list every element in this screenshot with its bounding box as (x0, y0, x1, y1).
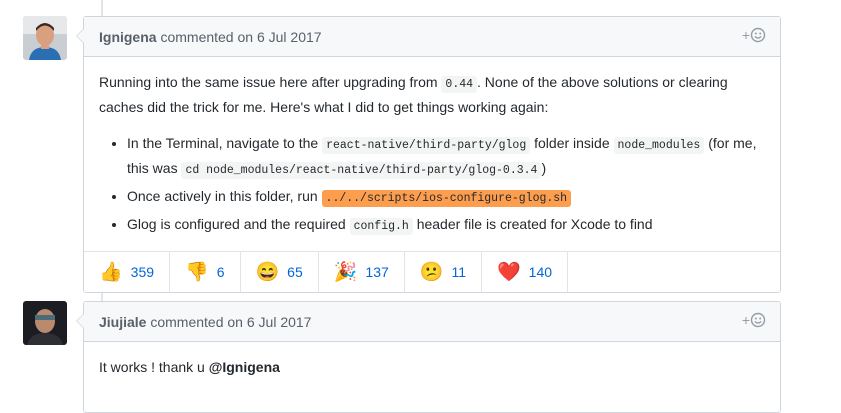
text: It works ! thank u (99, 359, 209, 375)
text: Glog is configured and the required (127, 216, 350, 232)
reaction-count: 65 (287, 264, 303, 280)
avatar-ignigena[interactable] (23, 16, 67, 60)
laugh-icon: 😄 (255, 261, 280, 283)
comment-ignigena: Ignigena commented on 6 Jul 2017 + Runni… (76, 16, 781, 293)
inline-code: cd node_modules/react-native/third-party… (181, 162, 542, 179)
confused-icon: 😕 (419, 261, 444, 283)
comment-author[interactable]: Jiujiale (99, 314, 146, 330)
plus-icon: + (741, 27, 750, 43)
comment-body: It works ! thank u @Ignigena (84, 342, 780, 412)
thumbs-down-icon: 👎 (185, 261, 209, 283)
inline-code-highlighted: ../../scripts/ios-configure-glog.sh (321, 190, 572, 207)
avatar-jiujiale[interactable] (23, 301, 67, 345)
add-reaction-button[interactable]: + (742, 27, 766, 43)
reaction-confused-button[interactable]: 😕 11 (405, 252, 482, 292)
inline-code: 0.44 (441, 76, 478, 93)
list-item: Once actively in this folder, run ../../… (127, 185, 765, 210)
text: Once actively in this folder, run (127, 188, 322, 204)
reaction-count: 140 (528, 264, 553, 280)
smiley-icon (750, 27, 766, 43)
comment-paragraph: It works ! thank u @Ignigena (99, 356, 765, 378)
smiley-icon (750, 312, 766, 328)
comment-date[interactable]: 6 Jul 2017 (247, 314, 312, 330)
text: ) (541, 160, 547, 176)
reaction-thumbs-down-button[interactable]: 👎 6 (170, 252, 241, 292)
inline-code: node_modules (613, 137, 705, 154)
reaction-count: 11 (451, 264, 466, 280)
user-mention-link[interactable]: @Ignigena (209, 359, 280, 375)
add-reaction-button[interactable]: + (742, 312, 766, 328)
list-item: In the Terminal, navigate to the react-n… (127, 132, 765, 182)
comment-author[interactable]: Ignigena (99, 29, 157, 45)
comment-header: Jiujiale commented on 6 Jul 2017 + (84, 302, 780, 342)
reaction-laugh-button[interactable]: 😄 65 (241, 252, 319, 292)
comment-paragraph: Running into the same issue here after u… (99, 71, 765, 118)
text: header file is created for Xcode to find (412, 216, 653, 232)
text: Running into the same issue here after u… (99, 74, 442, 90)
hooray-icon: 🎉 (333, 261, 358, 283)
comment-jiujiale: Jiujiale commented on 6 Jul 2017 + It wo… (76, 301, 781, 413)
reaction-thumbs-up-button[interactable]: 👍 359 (84, 252, 171, 292)
inline-code: react-native/third-party/glog (322, 137, 531, 154)
inline-code: config.h (349, 218, 413, 235)
plus-icon: + (741, 312, 750, 328)
reaction-count: 6 (216, 264, 225, 280)
heart-icon: ❤️ (497, 261, 521, 283)
comment-header: Ignigena commented on 6 Jul 2017 + (84, 17, 780, 57)
list-item: Glog is configured and the required conf… (127, 213, 765, 238)
comment-body: Running into the same issue here after u… (84, 57, 780, 251)
text: folder inside (530, 135, 614, 151)
reaction-hooray-button[interactable]: 🎉 137 (319, 252, 405, 292)
comment-action: commented on (160, 28, 254, 45)
thumbs-up-icon: 👍 (99, 261, 123, 283)
comment-action: commented on (150, 313, 243, 330)
reactions-bar: 👍 359 👎 6 😄 65 🎉 137 😕 11 ❤️ 140 (84, 251, 780, 292)
comment-date[interactable]: 6 Jul 2017 (257, 29, 322, 45)
text: In the Terminal, navigate to the (127, 135, 323, 151)
reaction-heart-button[interactable]: ❤️ 140 (482, 252, 569, 292)
reaction-count: 137 (365, 264, 389, 280)
reaction-count: 359 (130, 264, 155, 280)
steps-list: In the Terminal, navigate to the react-n… (99, 132, 765, 238)
